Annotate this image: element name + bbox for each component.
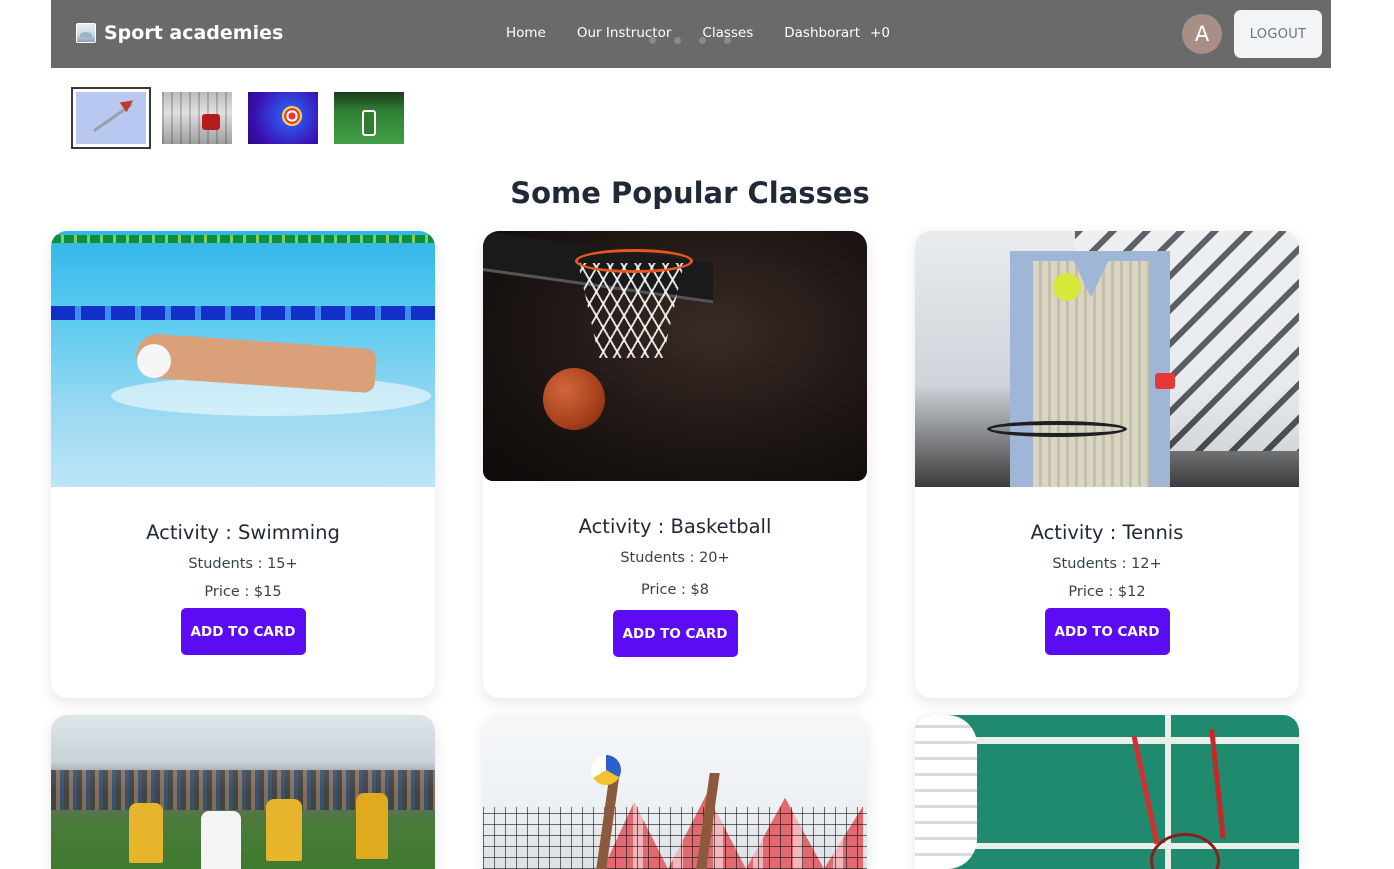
darts-image bbox=[76, 92, 146, 144]
swim-cap bbox=[137, 344, 171, 378]
soccer-player bbox=[129, 803, 163, 863]
pool-lane-top bbox=[51, 235, 435, 243]
roller-skates-image bbox=[162, 92, 232, 144]
wristband bbox=[1155, 373, 1175, 389]
hoop-rim bbox=[575, 249, 693, 273]
class-card-badminton bbox=[915, 715, 1299, 869]
carousel-dot[interactable] bbox=[699, 37, 706, 44]
page: Sport academies Home Our Instructor Clas… bbox=[0, 0, 1394, 869]
card-activity: Activity : Tennis bbox=[1030, 521, 1184, 544]
player-arms bbox=[596, 773, 720, 869]
badminton-racket bbox=[1131, 735, 1160, 845]
carousel-dot[interactable] bbox=[724, 37, 731, 44]
tennis-racket bbox=[987, 421, 1127, 437]
card-price: Price : $8 bbox=[641, 582, 709, 598]
badminton-image bbox=[915, 715, 1299, 869]
card-body: Activity : Basketball Students : 20+ Pri… bbox=[483, 515, 867, 657]
hoop-net bbox=[578, 263, 684, 358]
racket-head bbox=[1150, 833, 1220, 869]
card-activity: Activity : Swimming bbox=[146, 521, 340, 544]
card-body: Activity : Swimming Students : 15+ Price… bbox=[51, 521, 435, 655]
card-body: Activity : Tennis Students : 12+ Price :… bbox=[915, 521, 1299, 655]
card-price: Price : $15 bbox=[204, 584, 282, 600]
soccer-player bbox=[356, 793, 388, 859]
soccer-image bbox=[334, 92, 404, 144]
class-card-tennis: Activity : Tennis Students : 12+ Price :… bbox=[915, 231, 1299, 698]
add-to-card-button[interactable]: ADD TO CARD bbox=[180, 608, 306, 655]
card-students: Students : 12+ bbox=[1052, 556, 1162, 572]
add-to-card-button[interactable]: ADD TO CARD bbox=[1044, 608, 1170, 655]
thumbnail-soccer[interactable] bbox=[334, 92, 404, 144]
soccer-class-image bbox=[51, 715, 435, 869]
brand-logo-icon bbox=[76, 23, 96, 43]
soccer-player bbox=[201, 811, 241, 869]
shuttlecocks bbox=[915, 715, 977, 869]
navbar: Sport academies Home Our Instructor Clas… bbox=[51, 0, 1331, 68]
user-avatar[interactable]: A bbox=[1182, 14, 1222, 54]
class-card-volleyball bbox=[483, 715, 867, 869]
nav-link-home[interactable]: Home bbox=[506, 25, 546, 41]
thumbnail-archery-target[interactable] bbox=[248, 92, 318, 144]
soccer-player bbox=[266, 799, 302, 861]
basketball-image bbox=[483, 231, 867, 481]
cart-count-badge: +0 bbox=[870, 25, 890, 41]
brand-title: Sport academies bbox=[104, 22, 284, 44]
badminton-racket bbox=[1209, 729, 1226, 839]
volleyball bbox=[591, 755, 621, 785]
brand[interactable]: Sport academies bbox=[76, 22, 283, 44]
add-to-card-button[interactable]: ADD TO CARD bbox=[612, 610, 738, 657]
nav-link-dashboard-label: Dashborart bbox=[784, 25, 861, 41]
tennis-image bbox=[915, 231, 1299, 487]
card-students: Students : 15+ bbox=[188, 556, 298, 572]
swimming-image bbox=[51, 231, 435, 487]
basketball bbox=[543, 368, 605, 430]
card-activity: Activity : Basketball bbox=[578, 515, 772, 538]
tennis-ball bbox=[1053, 273, 1081, 301]
volleyball-image bbox=[483, 715, 867, 869]
class-card-soccer bbox=[51, 715, 435, 869]
class-card-swimming: Activity : Swimming Students : 15+ Price… bbox=[51, 231, 435, 698]
pool-lane-rope bbox=[51, 306, 435, 320]
carousel-thumbnails bbox=[71, 87, 420, 149]
logout-button[interactable]: LOGOUT bbox=[1234, 10, 1322, 58]
card-students: Students : 20+ bbox=[620, 550, 730, 566]
thumbnail-roller-skates[interactable] bbox=[162, 92, 232, 144]
carousel-dot[interactable] bbox=[649, 37, 656, 44]
class-card-basketball: Activity : Basketball Students : 20+ Pri… bbox=[483, 231, 867, 698]
carousel-dot[interactable] bbox=[674, 37, 681, 44]
archery-target-image bbox=[248, 92, 318, 144]
carousel-dots bbox=[649, 37, 731, 44]
thumbnail-darts[interactable] bbox=[71, 87, 151, 149]
section-title: Some Popular Classes bbox=[510, 176, 870, 210]
nav-link-dashboard[interactable]: Dashborart +0 bbox=[784, 25, 890, 41]
card-price: Price : $12 bbox=[1068, 584, 1146, 600]
